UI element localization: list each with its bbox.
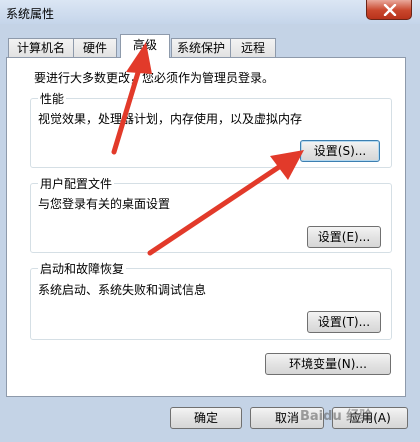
title-bar: 系统属性: [0, 0, 420, 24]
performance-description: 视觉效果，处理器计划，内存使用，以及虚拟内存: [38, 112, 303, 126]
startup-recovery-description: 系统启动、系统失败和调试信息: [38, 283, 207, 297]
user-profiles-settings-button[interactable]: 设置(E)...: [307, 226, 381, 248]
close-icon: [383, 4, 397, 16]
watermark: Baidu 经验: [300, 409, 373, 424]
window-title: 系统属性: [6, 7, 55, 21]
tab-system-protection[interactable]: 系统保护: [171, 38, 231, 58]
ok-button[interactable]: 确定: [170, 407, 242, 429]
performance-settings-button[interactable]: 设置(S)...: [300, 140, 380, 162]
admin-note: 要进行大多数更改，您必须作为管理员登录。: [34, 71, 275, 85]
performance-title: 性能: [38, 90, 67, 107]
tab-advanced[interactable]: 高级: [120, 34, 170, 58]
user-profiles-title: 用户配置文件: [38, 175, 115, 192]
startup-recovery-title: 启动和故障恢复: [38, 260, 127, 277]
user-profiles-description: 与您登录有关的桌面设置: [38, 197, 171, 211]
tab-remote[interactable]: 远程: [230, 38, 276, 58]
tab-computer-name[interactable]: 计算机名: [8, 38, 74, 58]
environment-variables-button[interactable]: 环境变量(N)...: [265, 353, 391, 375]
close-button[interactable]: [366, 0, 412, 20]
startup-recovery-settings-button[interactable]: 设置(T)...: [307, 311, 381, 333]
tab-hardware[interactable]: 硬件: [73, 38, 117, 58]
